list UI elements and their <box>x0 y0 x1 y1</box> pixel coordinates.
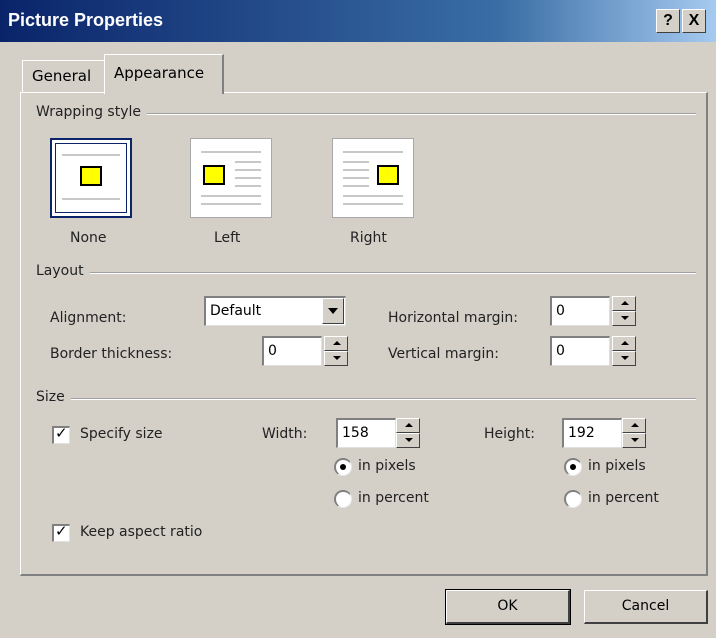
layout-title: Layout <box>36 263 90 279</box>
horizontal-margin-value: 0 <box>556 303 565 319</box>
wrapping-style-title: Wrapping style <box>36 104 147 120</box>
window-title: Picture Properties <box>8 10 164 30</box>
height-percent-radio[interactable] <box>564 490 582 508</box>
size-title: Size <box>36 389 71 405</box>
tab-general-label: General <box>32 67 92 85</box>
specify-size-checkbox[interactable]: ✓ <box>52 424 70 444</box>
tab-appearance-label: Appearance <box>114 64 205 82</box>
wrap-left-button[interactable] <box>190 138 272 218</box>
help-button[interactable]: ? <box>656 9 680 33</box>
horizontal-margin-input[interactable]: 0 <box>550 296 610 326</box>
wrap-right-button[interactable] <box>332 138 414 218</box>
ok-button[interactable]: OK <box>445 589 571 625</box>
width-percent-label: in percent <box>358 490 429 506</box>
height-spinner[interactable] <box>622 418 646 448</box>
specify-size-label: Specify size <box>80 426 163 442</box>
size-divider <box>40 398 696 400</box>
close-icon: X <box>688 12 700 29</box>
cancel-button[interactable]: Cancel <box>584 590 708 624</box>
height-pixels-label: in pixels <box>588 458 646 474</box>
radio-selected-icon <box>570 464 576 470</box>
alignment-value: Default <box>210 303 262 319</box>
width-pixels-radio[interactable] <box>334 458 352 476</box>
height-value: 192 <box>568 425 595 441</box>
border-thickness-input[interactable]: 0 <box>262 336 322 366</box>
layout-divider <box>40 272 696 274</box>
keep-aspect-ratio-label: Keep aspect ratio <box>80 524 203 540</box>
chevron-down-icon[interactable] <box>322 298 344 324</box>
border-thickness-spinner[interactable] <box>324 336 348 366</box>
vertical-margin-value: 0 <box>556 343 565 359</box>
width-percent-radio[interactable] <box>334 490 352 508</box>
picture-left-icon <box>203 165 225 185</box>
wrap-none-button[interactable] <box>50 138 132 218</box>
close-button[interactable]: X <box>682 9 706 33</box>
vertical-margin-spinner[interactable] <box>612 336 636 366</box>
help-icon: ? <box>663 12 673 29</box>
width-label: Width: <box>262 426 308 442</box>
width-value: 158 <box>342 425 369 441</box>
ok-label: OK <box>497 598 518 614</box>
horizontal-margin-label: Horizontal margin: <box>388 310 519 326</box>
keep-aspect-ratio-checkbox[interactable]: ✓ <box>52 522 70 542</box>
height-percent-label: in percent <box>588 490 659 506</box>
width-spinner[interactable] <box>396 418 420 448</box>
check-icon: ✓ <box>55 424 68 442</box>
border-thickness-value: 0 <box>268 343 277 359</box>
wrap-left-label: Left <box>214 230 241 246</box>
alignment-label: Alignment: <box>50 310 127 326</box>
picture-right-icon <box>377 165 399 185</box>
width-pixels-label: in pixels <box>358 458 416 474</box>
picture-icon <box>80 166 102 186</box>
tab-general[interactable]: General <box>22 60 105 92</box>
width-input[interactable]: 158 <box>336 418 396 448</box>
height-label: Height: <box>484 426 535 442</box>
wrap-none-label: None <box>70 230 107 246</box>
wrap-right-label: Right <box>350 230 387 246</box>
tab-appearance[interactable]: Appearance <box>104 54 224 94</box>
vertical-margin-label: Vertical margin: <box>388 346 499 362</box>
border-thickness-label: Border thickness: <box>50 346 173 362</box>
height-pixels-radio[interactable] <box>564 458 582 476</box>
title-bar: Picture Properties ? X <box>0 0 716 42</box>
radio-selected-icon <box>340 464 346 470</box>
check-icon: ✓ <box>55 522 68 540</box>
vertical-margin-input[interactable]: 0 <box>550 336 610 366</box>
cancel-label: Cancel <box>621 598 670 614</box>
horizontal-margin-spinner[interactable] <box>612 296 636 326</box>
height-input[interactable]: 192 <box>562 418 622 448</box>
